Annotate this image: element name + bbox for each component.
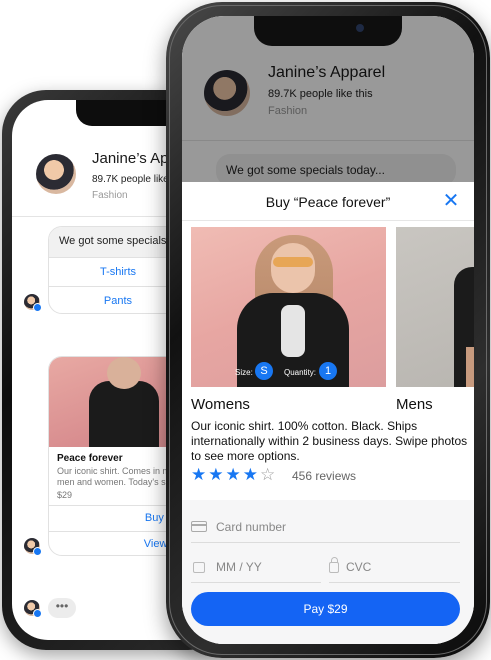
more-options-button[interactable]: ••• xyxy=(48,598,76,618)
sheet-title: Buy “Peace forever” xyxy=(265,194,391,210)
expiry-field[interactable]: MM / YY xyxy=(216,554,316,580)
page-category: Fashion xyxy=(92,190,128,201)
cvc-field[interactable]: CVC xyxy=(346,554,456,580)
face-shape xyxy=(271,243,315,293)
size-label: Size: xyxy=(235,368,253,377)
product-name-womens: Womens xyxy=(191,396,250,413)
lock-icon xyxy=(329,557,339,573)
star-empty-icon: ☆ xyxy=(260,465,276,484)
front-phone-screen: Janine’s Apparel 89.7K people like this … xyxy=(182,16,474,644)
divider xyxy=(191,542,460,543)
front-phone: Janine’s Apparel 89.7K people like this … xyxy=(166,2,490,658)
quantity-label: Quantity: xyxy=(284,368,317,377)
shirt-shape xyxy=(89,381,159,447)
user-avatar xyxy=(24,600,42,618)
divider xyxy=(191,582,321,583)
phone-notch xyxy=(254,16,402,46)
quantity-selector[interactable]: 1 xyxy=(319,362,337,380)
marketing-composition: Janine’s Apparel 89.7K people like this … xyxy=(0,0,491,660)
product-description: Our iconic shirt. 100% cotton. Black. Sh… xyxy=(191,419,468,463)
buy-sheet: Buy “Peace forever” ✕ Size: S Quantity: … xyxy=(182,182,474,644)
arm-shape xyxy=(466,347,474,387)
shirt-print-shape xyxy=(281,305,305,357)
size-selector[interactable]: S xyxy=(255,362,273,380)
credit-card-icon xyxy=(191,521,207,532)
model-head-shape xyxy=(107,357,141,389)
card-number-placeholder: Card number xyxy=(216,520,287,534)
calendar-icon xyxy=(193,562,205,573)
payment-form: Card number MM / YY CVC Pay $29 xyxy=(182,500,474,644)
star-filled-icon: ★ xyxy=(225,465,241,484)
product-photo-mens[interactable] xyxy=(396,227,474,387)
sender-avatar xyxy=(24,294,42,312)
page-avatar[interactable] xyxy=(36,154,76,194)
product-photo-womens[interactable]: Size: S Quantity: 1 xyxy=(191,227,386,387)
expiry-placeholder: MM / YY xyxy=(216,560,262,574)
divider xyxy=(329,582,460,583)
cvc-placeholder: CVC xyxy=(346,560,372,574)
star-filled-icon: ★ xyxy=(191,465,207,484)
product-name: Peace forever xyxy=(57,453,123,464)
camera-icon xyxy=(356,24,364,32)
star-filled-icon: ★ xyxy=(242,465,258,484)
divider xyxy=(182,220,474,221)
close-icon[interactable]: ✕ xyxy=(440,190,462,212)
product-price: $29 xyxy=(57,490,73,500)
pay-button[interactable]: Pay $29 xyxy=(191,592,460,626)
card-number-field[interactable]: Card number xyxy=(216,514,456,540)
product-name-mens: Mens xyxy=(396,396,433,413)
sunglasses-shape xyxy=(273,257,313,267)
review-count[interactable]: 456 reviews xyxy=(292,469,356,483)
star-rating: ★ ★ ★ ★ ☆ xyxy=(191,466,275,486)
sender-avatar xyxy=(24,538,42,556)
star-filled-icon: ★ xyxy=(208,465,224,484)
